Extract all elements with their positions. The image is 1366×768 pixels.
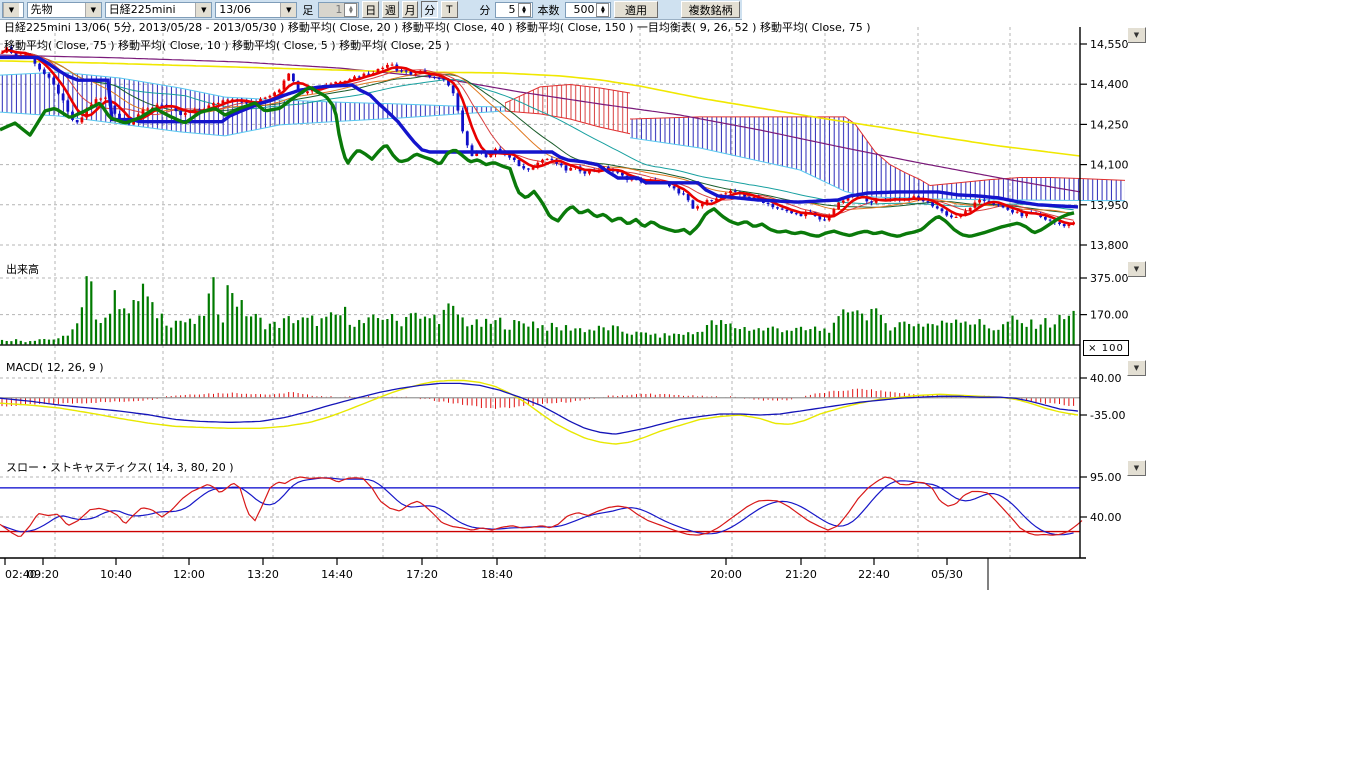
time-axis-label: 09:20	[27, 568, 59, 581]
axis-label: -35.00	[1090, 409, 1125, 422]
axis-label: 375.00	[1090, 272, 1129, 285]
axis-label: 14,100	[1090, 159, 1129, 172]
time-axis-label: 20:00	[710, 568, 742, 581]
axis-label: 40.00	[1090, 372, 1122, 385]
axis-label: 13,800	[1090, 239, 1129, 252]
time-axis-label: 18:40	[481, 568, 513, 581]
time-axis-label: 13:20	[247, 568, 279, 581]
chevron-down-icon: ▼	[1134, 364, 1139, 372]
price-panel-collapse-button[interactable]: ▼	[1127, 27, 1146, 43]
volume-panel-collapse-button[interactable]: ▼	[1127, 261, 1146, 277]
time-axis-label: 17:20	[406, 568, 438, 581]
panel-title: スロー・ストキャスティクス( 14, 3, 80, 20 )	[6, 461, 234, 474]
axis-label: 170.00	[1090, 309, 1129, 322]
stoch-panel-collapse-button[interactable]: ▼	[1127, 460, 1146, 476]
axis-label: 95.00	[1090, 471, 1122, 484]
panel-title: 移動平均( Close, 75 ) 移動平均( Close, 10 ) 移動平均…	[4, 38, 450, 52]
panel-title: 日経225mini 13/06( 5分, 2013/05/28 - 2013/0…	[4, 20, 871, 34]
chevron-down-icon: ▼	[1134, 464, 1139, 472]
time-axis-label: 21:20	[785, 568, 817, 581]
chart-canvas[interactable]: 14,550 14,400 14,250 14,100 13,950 13,800 375.…	[0, 0, 1160, 600]
axis-label: 14,250	[1090, 118, 1129, 131]
macd-panel-collapse-button[interactable]: ▼	[1127, 360, 1146, 376]
time-axis-label: 05/30	[931, 568, 963, 581]
time-axis-label: 14:40	[321, 568, 353, 581]
time-axis-label: 10:40	[100, 568, 132, 581]
panel-title: 出来高	[6, 262, 39, 276]
chevron-down-icon: ▼	[1134, 31, 1139, 39]
trading-app-window: { "toolbar": { "mini_combo_label": "", "…	[0, 0, 1366, 768]
chevron-down-icon: ▼	[1134, 265, 1139, 273]
time-axis-label: 12:00	[173, 568, 205, 581]
axis-label: 14,550	[1090, 38, 1129, 51]
axis-label: 40.00	[1090, 511, 1122, 524]
time-axis-label: 22:40	[858, 568, 890, 581]
panel-title: MACD( 12, 26, 9 )	[6, 361, 104, 374]
axis-label: 13,950	[1090, 199, 1129, 212]
volume-multiplier-badge: × 100	[1083, 340, 1129, 356]
axis-label: 14,400	[1090, 78, 1129, 91]
